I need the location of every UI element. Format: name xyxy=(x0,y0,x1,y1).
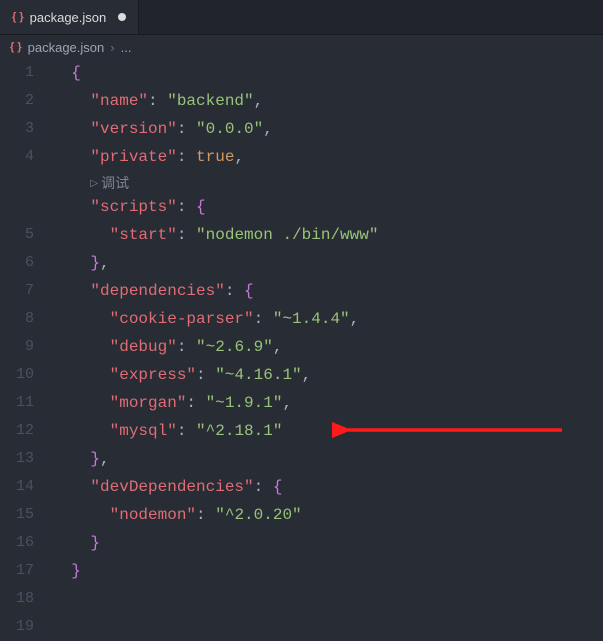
line-number: 15 xyxy=(0,501,34,529)
line-number: 11 xyxy=(0,389,34,417)
code-line: "cookie-parser": "~1.4.4", xyxy=(52,305,603,333)
line-number-gutter: 1 2 3 4 5 6 7 8 9 10 11 12 13 14 15 16 1… xyxy=(0,59,52,641)
line-number: 18 xyxy=(0,585,34,613)
line-number: 4 xyxy=(0,143,34,171)
tab-package-json[interactable]: { } package.json xyxy=(0,0,139,34)
code-line xyxy=(52,585,603,613)
dirty-indicator-icon xyxy=(118,13,126,21)
code-line: "name": "backend", xyxy=(52,87,603,115)
code-line: { xyxy=(52,59,603,87)
code-line: "express": "~4.16.1", xyxy=(52,361,603,389)
code-line: "mysql": "^2.18.1" xyxy=(52,417,603,445)
line-number: 1 xyxy=(0,59,34,87)
tab-filename: package.json xyxy=(30,10,107,25)
code-line: "morgan": "~1.9.1", xyxy=(52,389,603,417)
line-number: 19 xyxy=(0,613,34,641)
code-line: "version": "0.0.0", xyxy=(52,115,603,143)
line-number: 17 xyxy=(0,557,34,585)
line-number: 2 xyxy=(0,87,34,115)
code-line: "devDependencies": { xyxy=(52,473,603,501)
code-line: "nodemon": "^2.0.20" xyxy=(52,501,603,529)
code-line: } xyxy=(52,529,603,557)
json-file-icon: { } xyxy=(12,11,24,23)
breadcrumb-separator-icon: › xyxy=(110,40,114,55)
code-line: }, xyxy=(52,249,603,277)
line-number: 8 xyxy=(0,305,34,333)
json-file-icon: { } xyxy=(10,41,22,53)
code-line: "start": "nodemon ./bin/www" xyxy=(52,221,603,249)
code-line: "dependencies": { xyxy=(52,277,603,305)
code-line: "scripts": { xyxy=(52,193,603,221)
code-content[interactable]: { "name": "backend", "version": "0.0.0",… xyxy=(52,59,603,641)
debug-code-lens[interactable]: ▷调试 xyxy=(52,171,603,193)
code-line: "debug": "~2.6.9", xyxy=(52,333,603,361)
breadcrumb-more: ... xyxy=(121,40,132,55)
line-number: 12 xyxy=(0,417,34,445)
line-number: 16 xyxy=(0,529,34,557)
line-number: 14 xyxy=(0,473,34,501)
breadcrumb-file: package.json xyxy=(28,40,105,55)
code-line: } xyxy=(52,557,603,585)
line-number: 13 xyxy=(0,445,34,473)
line-number: 7 xyxy=(0,277,34,305)
line-number: 5 xyxy=(0,221,34,249)
line-number: 10 xyxy=(0,361,34,389)
code-line: "private": true, xyxy=(52,143,603,171)
line-number: 3 xyxy=(0,115,34,143)
code-line: }, xyxy=(52,445,603,473)
code-editor[interactable]: 1 2 3 4 5 6 7 8 9 10 11 12 13 14 15 16 1… xyxy=(0,59,603,641)
line-number: 9 xyxy=(0,333,34,361)
breadcrumb[interactable]: { } package.json › ... xyxy=(0,35,603,59)
tab-bar: { } package.json xyxy=(0,0,603,35)
line-number xyxy=(0,171,34,221)
line-number: 6 xyxy=(0,249,34,277)
